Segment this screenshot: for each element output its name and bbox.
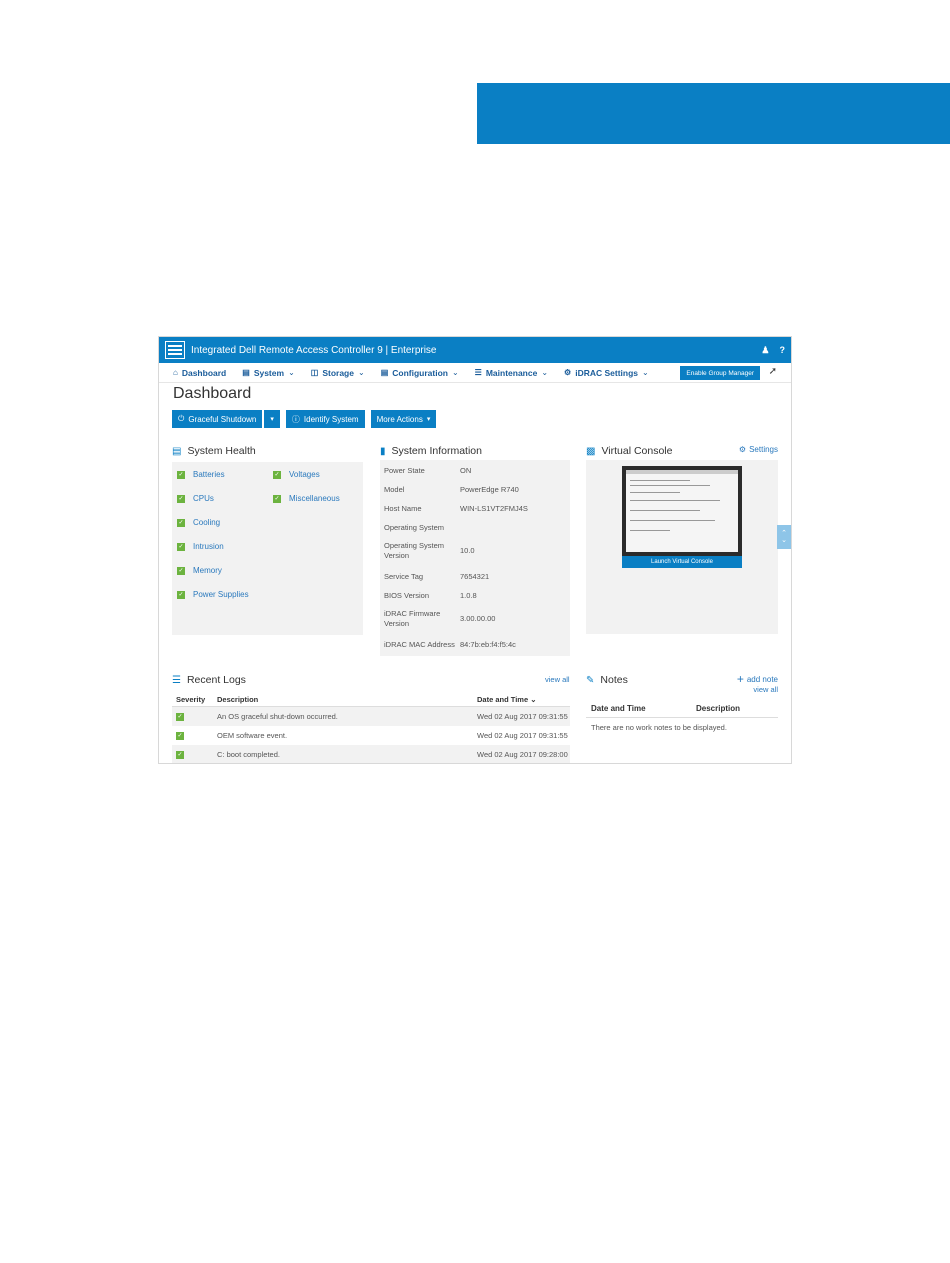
scroll-control[interactable]: ⌃ ⌄ (777, 525, 791, 549)
idrac-screenshot: Integrated Dell Remote Access Controller… (158, 336, 792, 764)
check-icon: ✓ (177, 470, 185, 479)
check-icon: ✓ (273, 494, 281, 503)
chevron-down-icon: ⌄ (530, 695, 537, 704)
home-icon: ⌂ (173, 368, 178, 377)
power-icon: ⏻ (178, 414, 185, 423)
config-icon: ▤ (380, 368, 389, 377)
check-icon: ✓ (177, 590, 185, 599)
info-row-model: Model PowerEdge R740 (384, 485, 519, 495)
info-icon: ⓘ (291, 414, 300, 424)
chevron-down-icon: ⌄ (288, 368, 295, 377)
check-icon: ✓ (176, 731, 184, 740)
health-item-intrusion[interactable]: ✓ Intrusion (177, 542, 224, 551)
info-row-service-tag: Service Tag 7654321 (384, 572, 490, 582)
chevron-down-icon: ⌄ (541, 368, 549, 377)
enable-group-manager-button[interactable]: Enable Group Manager (680, 366, 760, 380)
main-nav: ⌂ Dashboard ▤ System ⌄ ◫ Storage ⌄ ▤ Con… (159, 363, 791, 383)
identify-system-button[interactable]: ⓘ Identify System (285, 410, 365, 428)
edit-icon: ✎ (586, 674, 595, 686)
nav-storage[interactable]: ◫ Storage ⌄ (311, 368, 365, 378)
health-item-cooling[interactable]: ✓ Cooling (177, 518, 220, 527)
notes-title: ✎ Notes (586, 674, 628, 686)
info-row-power-state: Power State ON (384, 466, 472, 476)
logs-view-all-link[interactable]: view all (545, 675, 570, 684)
health-item-cpus[interactable]: ✓ CPUs (177, 494, 214, 503)
help-icon[interactable]: ? (780, 345, 786, 356)
notes-view-all-link[interactable]: view all (753, 685, 778, 694)
virtual-console-title: ▩ Virtual Console (586, 445, 673, 457)
nav-maintenance[interactable]: ☰ Maintenance ⌄ (475, 368, 548, 378)
nav-dashboard[interactable]: ⌂ Dashboard (173, 368, 226, 378)
notes-table-header: Date and Time Description (586, 700, 778, 718)
maintenance-icon: ☰ (474, 368, 482, 377)
check-icon: ✓ (177, 518, 185, 527)
info-row-operating-system: Operating System (384, 523, 445, 532)
title-bar: Integrated Dell Remote Access Controller… (159, 337, 791, 363)
health-icon: ▤ (172, 445, 182, 457)
notes-empty-message: There are no work notes to be displayed. (591, 723, 727, 732)
info-row-os-version: Operating System Version 10.0 (384, 541, 475, 560)
database-icon: ◫ (310, 368, 319, 377)
table-header: Severity Description Date and Time ⌄ (172, 693, 570, 707)
check-icon: ✓ (176, 712, 184, 721)
chevron-down-icon: ⌄ (642, 368, 649, 377)
check-icon: ✓ (176, 750, 184, 759)
sort-date-header[interactable]: Date and Time ⌄ (477, 695, 570, 704)
settings-icon: ⚙ (564, 368, 572, 377)
chevron-down-icon: ⌄ (357, 368, 365, 377)
system-health-title: ▤ System Health (172, 445, 256, 457)
action-bar: ⏻ Graceful Shutdown ▾ ⓘ Identify System … (172, 410, 437, 428)
virtual-console-preview[interactable] (622, 466, 742, 556)
info-row-idrac-mac: iDRAC MAC Address 84:7b:eb:f4:f5:4c (384, 640, 516, 650)
virtual-console-settings-link[interactable]: ⚙ Settings (739, 445, 778, 454)
info-row-host-name: Host Name WIN-LS1VT2FMJ4S (384, 504, 528, 514)
nav-system[interactable]: ▤ System ⌄ (242, 368, 295, 378)
health-item-batteries[interactable]: ✓ Batteries (177, 470, 225, 479)
recent-logs-table: Severity Description Date and Time ⌄ ✓ A… (172, 693, 570, 763)
check-icon: ✓ (177, 542, 185, 551)
health-item-power-supplies[interactable]: ✓ Power Supplies (177, 590, 249, 599)
user-icon[interactable]: ♟ (761, 345, 769, 356)
more-actions-button[interactable]: More Actions ▾ (370, 410, 437, 428)
chevron-down-icon: ⌄ (451, 368, 459, 377)
server-info-icon: ▮ (380, 445, 386, 457)
graceful-shutdown-button[interactable]: ⏻ Graceful Shutdown (172, 410, 263, 428)
table-row[interactable]: ✓ OEM software event. Wed 02 Aug 2017 09… (172, 726, 570, 745)
add-note-link[interactable]: + add note (737, 672, 778, 686)
health-item-miscellaneous[interactable]: ✓ Miscellaneous (273, 494, 340, 503)
server-icon: ▤ (242, 368, 250, 377)
info-row-bios-version: BIOS Version 1.0.8 (384, 591, 477, 601)
gear-icon: ⚙ (738, 445, 747, 454)
chevron-down-icon[interactable]: ⌄ (781, 537, 787, 544)
health-item-voltages[interactable]: ✓ Voltages (273, 470, 320, 479)
header-banner (477, 83, 950, 144)
info-row-idrac-firmware: iDRAC Firmware Version 3.00.00.00 (384, 609, 496, 628)
system-information-title: ▮ System Information (380, 445, 482, 457)
idrac-logo-icon (165, 341, 185, 359)
monitor-icon: ▩ (586, 445, 596, 457)
check-icon: ✓ (273, 470, 281, 479)
recent-logs-title: ☰ Recent Logs (172, 674, 246, 686)
plus-icon: + (736, 672, 744, 686)
app-title: Integrated Dell Remote Access Controller… (191, 344, 437, 356)
pin-icon[interactable]: ➚ (769, 366, 777, 377)
system-health-panel: ✓ Batteries ✓ Voltages ✓ CPUs ✓ Miscella… (172, 462, 363, 635)
launch-virtual-console-button[interactable]: Launch Virtual Console (622, 556, 742, 568)
check-icon: ✓ (177, 566, 185, 575)
table-row[interactable]: ✓ C: boot completed. Wed 02 Aug 2017 09:… (172, 745, 570, 763)
page-title: Dashboard (173, 385, 252, 402)
caret-down-icon: ▾ (426, 416, 431, 423)
chevron-up-icon[interactable]: ⌃ (781, 530, 787, 537)
nav-configuration[interactable]: ▤ Configuration ⌄ (381, 368, 459, 378)
nav-idrac-settings[interactable]: ⚙ iDRAC Settings ⌄ (564, 368, 649, 378)
virtual-console-panel: Launch Virtual Console (586, 460, 778, 634)
shutdown-dropdown-button[interactable]: ▾ (264, 410, 280, 428)
caret-down-icon: ▾ (270, 416, 274, 423)
table-row[interactable]: ✓ An OS graceful shut-down occurred. Wed… (172, 707, 570, 726)
health-item-memory[interactable]: ✓ Memory (177, 566, 222, 575)
check-icon: ✓ (177, 494, 185, 503)
system-information-panel: Power State ON Model PowerEdge R740 Host N… (380, 460, 570, 656)
list-icon: ☰ (172, 674, 181, 686)
